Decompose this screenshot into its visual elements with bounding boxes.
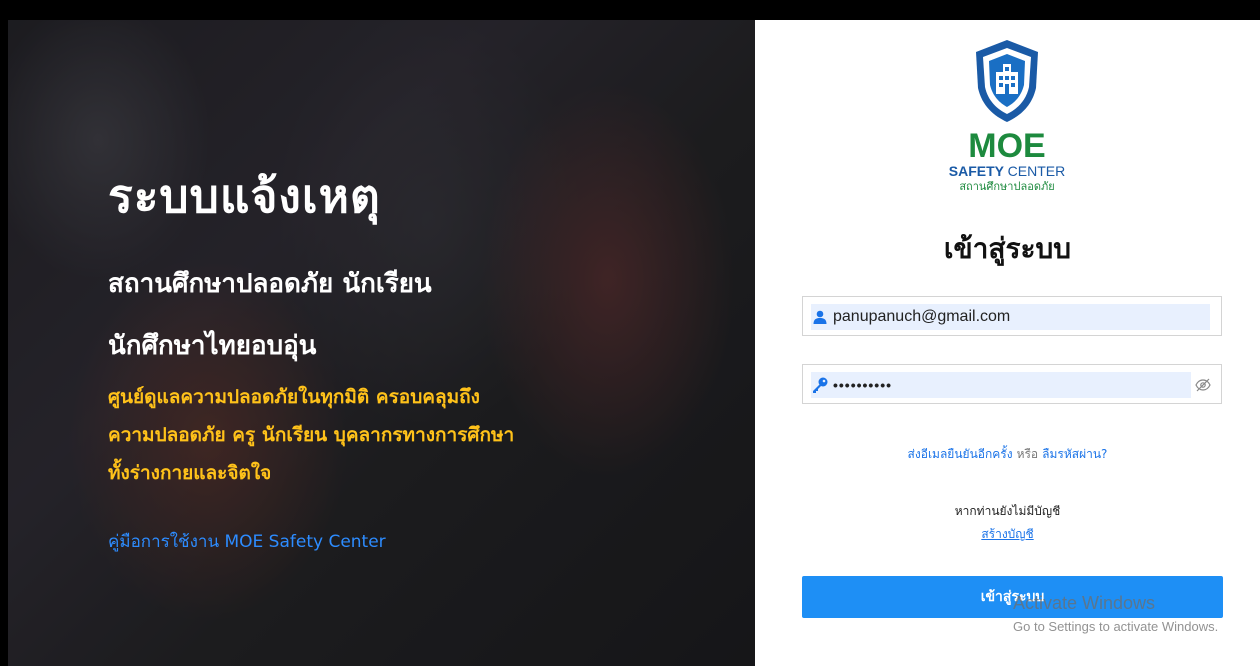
windows-activation-title: Activate Windows <box>1013 593 1156 613</box>
hero-desc-line2: ความปลอดภัย ครู นักเรียน บุคลากรทางการศึ… <box>108 424 515 446</box>
logo-thai-text: สถานศึกษาปลอดภัย <box>959 180 1055 193</box>
windows-activation-subtitle: Go to Settings to activate Windows. <box>1013 619 1219 634</box>
hero-desc-line3: ทั้งร่างกายและจิตใจ <box>108 462 272 484</box>
password-field <box>802 364 1222 404</box>
email-input[interactable] <box>833 308 1210 326</box>
forgot-password-link[interactable]: ลืมรหัสผ่าน? <box>1042 447 1107 461</box>
eye-slash-icon[interactable] <box>1195 377 1211 396</box>
no-account-text: หากท่านยังไม่มีบัญชี <box>954 504 1061 518</box>
hero-desc-line1: ศูนย์ดูแลความปลอดภัยในทุกมิติ ครอบคลุมถึ… <box>108 386 480 408</box>
hero-panel: ระบบแจ้งเหตุ สถานศึกษาปลอดภัย นักเรียน น… <box>8 20 755 666</box>
logo-safety-center-text: SAFETY CENTER <box>927 162 1087 180</box>
shield-school-icon <box>976 40 1038 122</box>
user-manual-link[interactable]: คู่มือการใช้งาน MOE Safety Center <box>108 528 386 555</box>
login-title: เข้าสู่ระบบ <box>943 232 1072 265</box>
resend-email-link[interactable]: ส่งอีเมลยืนยันอีกครั้ง <box>908 447 1013 461</box>
email-field <box>802 296 1222 336</box>
moe-logo: MOE SAFETY CENTER สถานศึกษาปลอดภัย <box>927 38 1087 194</box>
password-input[interactable] <box>833 377 1191 393</box>
account-links: ส่งอีเมลยืนยันอีกครั้ง หรือ ลืมรหัสผ่าน? <box>755 445 1260 464</box>
hero-subtitle-line1: สถานศึกษาปลอดภัย นักเรียน <box>108 269 432 299</box>
key-icon <box>811 377 829 393</box>
create-account-link[interactable]: สร้างบัญชี <box>981 527 1033 541</box>
logo-center-word: CENTER <box>1007 163 1066 179</box>
logo-moe-text: MOE <box>968 127 1046 165</box>
hero-subtitle-line2: นักศึกษาไทยอบอุ่น <box>108 331 317 361</box>
hero-description: ศูนย์ดูแลความปลอดภัยในทุกมิติ ครอบคลุมถึ… <box>108 378 514 492</box>
logo-safety-word: SAFETY <box>948 163 1004 179</box>
login-panel: MOE SAFETY CENTER สถานศึกษาปลอดภัย เข้าส… <box>755 20 1260 666</box>
or-text: หรือ <box>1016 447 1039 461</box>
create-account-wrap: สร้างบัญชี <box>755 525 1260 544</box>
user-icon <box>811 310 829 324</box>
hero-title: ระบบแจ้งเหตุ <box>108 169 381 223</box>
